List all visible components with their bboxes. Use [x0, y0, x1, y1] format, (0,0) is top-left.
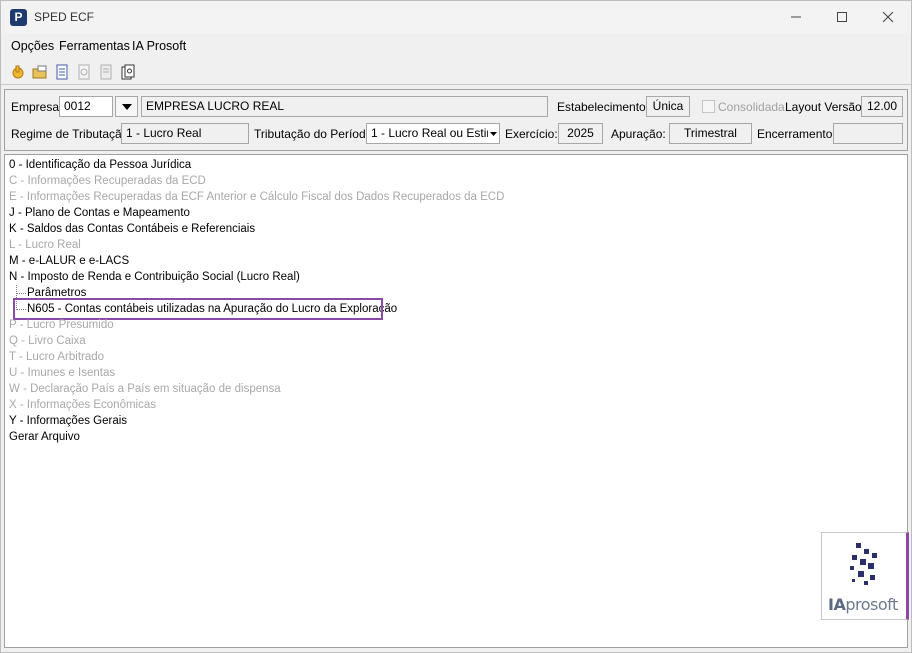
toolbar-hand-button[interactable] [9, 63, 27, 81]
tree-item-k[interactable]: K - Saldos das Contas Contábeis e Refere… [9, 221, 255, 237]
empresa-code-input[interactable]: 0012 [59, 96, 113, 117]
chevron-down-icon [490, 131, 497, 136]
folder-open-icon [32, 65, 47, 79]
toolbar-report-button[interactable] [97, 63, 115, 81]
tree-item-q: Q - Livro Caixa [9, 335, 86, 347]
tree-item-n[interactable]: N - Imposto de Renda e Contribuição Soci… [9, 269, 300, 285]
toolbar-document-button[interactable] [53, 63, 71, 81]
toolbar [1, 59, 911, 85]
consolidada-checkbox[interactable] [702, 100, 715, 113]
app-window: P SPED ECF Opções Ferramentas IA Prosoft [0, 0, 912, 653]
tree-item-y[interactable]: Y - Informações Gerais [9, 413, 127, 429]
close-button[interactable] [865, 1, 911, 33]
tree-connector [16, 293, 26, 294]
minimize-button[interactable] [773, 1, 819, 33]
menu-opcoes[interactable]: Opções [11, 39, 54, 53]
copy-document-icon [121, 64, 135, 80]
menu-ia-prosoft[interactable]: IA Prosoft [132, 39, 186, 53]
tree-item-c: C - Informações Recuperadas da ECD [9, 175, 206, 187]
apuracao-field: Trimestral [669, 123, 752, 144]
sped-records-tree: 0 - Identificação da Pessoa Jurídica C -… [4, 154, 909, 648]
empresa-dropdown-button[interactable] [115, 96, 138, 117]
company-header-panel: Empresa: 0012 EMPRESA LUCRO REAL Estabel… [4, 89, 908, 151]
tree-item-u: U - Imunes e Isentas [9, 367, 116, 379]
consolidada-label: Consolidada [718, 100, 785, 114]
tributacao-dropdown-button[interactable] [488, 124, 499, 143]
menu-bar: Opções Ferramentas IA Prosoft [1, 35, 911, 57]
layout-version-field: 12.00 [861, 96, 903, 117]
estabelecimento-field: Única [646, 96, 690, 117]
chevron-down-icon [121, 103, 132, 110]
maximize-icon [837, 12, 847, 22]
tree-item-0[interactable]: 0 - Identificação da Pessoa Jurídica [9, 157, 191, 173]
regime-label: Regime de Tributação: [11, 127, 132, 141]
tree-item-x: X - Informações Econômicas [9, 399, 157, 411]
window-title: SPED ECF [34, 10, 95, 24]
layout-version-label: Layout Versão: [785, 100, 866, 114]
ia-prosoft-logo-text: IAprosoft [828, 595, 898, 614]
search-document-icon [78, 64, 90, 80]
tree-item-p: P - Lucro Presumido [9, 319, 114, 331]
tree-item-gerar-arquivo[interactable]: Gerar Arquivo [9, 429, 80, 445]
tree-item-w: W - Declaração País a País em situação d… [9, 383, 281, 395]
tree-item-e: E - Informações Recuperadas da ECF Anter… [9, 191, 505, 203]
ia-prosoft-logo-icon [850, 543, 877, 585]
hand-icon [12, 65, 24, 79]
ia-prosoft-logo[interactable]: IAprosoft [821, 532, 909, 620]
document-icon [56, 64, 68, 80]
menu-ferramentas[interactable]: Ferramentas [59, 39, 130, 53]
encerramento-label: Encerramento: [757, 127, 836, 141]
encerramento-field [833, 123, 903, 144]
close-icon [882, 11, 894, 23]
toolbar-search-button[interactable] [75, 63, 93, 81]
exercicio-field: 2025 [558, 123, 603, 144]
regime-field: 1 - Lucro Real [121, 123, 249, 144]
app-icon: P [10, 9, 27, 26]
empresa-name-field: EMPRESA LUCRO REAL [141, 96, 548, 117]
tree-item-l: L - Lucro Real [9, 239, 81, 251]
estabelecimento-label: Estabelecimento: [557, 100, 650, 114]
tributacao-select[interactable]: 1 - Lucro Real ou Estim. [366, 123, 500, 144]
minimize-icon [791, 16, 801, 18]
tree-item-t: T - Lucro Arbitrado [9, 351, 105, 363]
apuracao-label: Apuração: [611, 127, 666, 141]
tributacao-label: Tributação do Período: [254, 127, 376, 141]
report-icon [100, 64, 112, 80]
maximize-button[interactable] [819, 1, 865, 33]
toolbar-open-button[interactable] [31, 63, 49, 81]
empresa-label: Empresa: [11, 100, 63, 114]
tree-item-j[interactable]: J - Plano de Contas e Mapeamento [9, 205, 190, 221]
tree-item-m[interactable]: M - e-LALUR e e-LACS [9, 253, 129, 269]
title-bar[interactable]: P SPED ECF [1, 1, 911, 33]
exercicio-label: Exercício: [505, 127, 558, 141]
toolbar-copy-button[interactable] [119, 63, 137, 81]
